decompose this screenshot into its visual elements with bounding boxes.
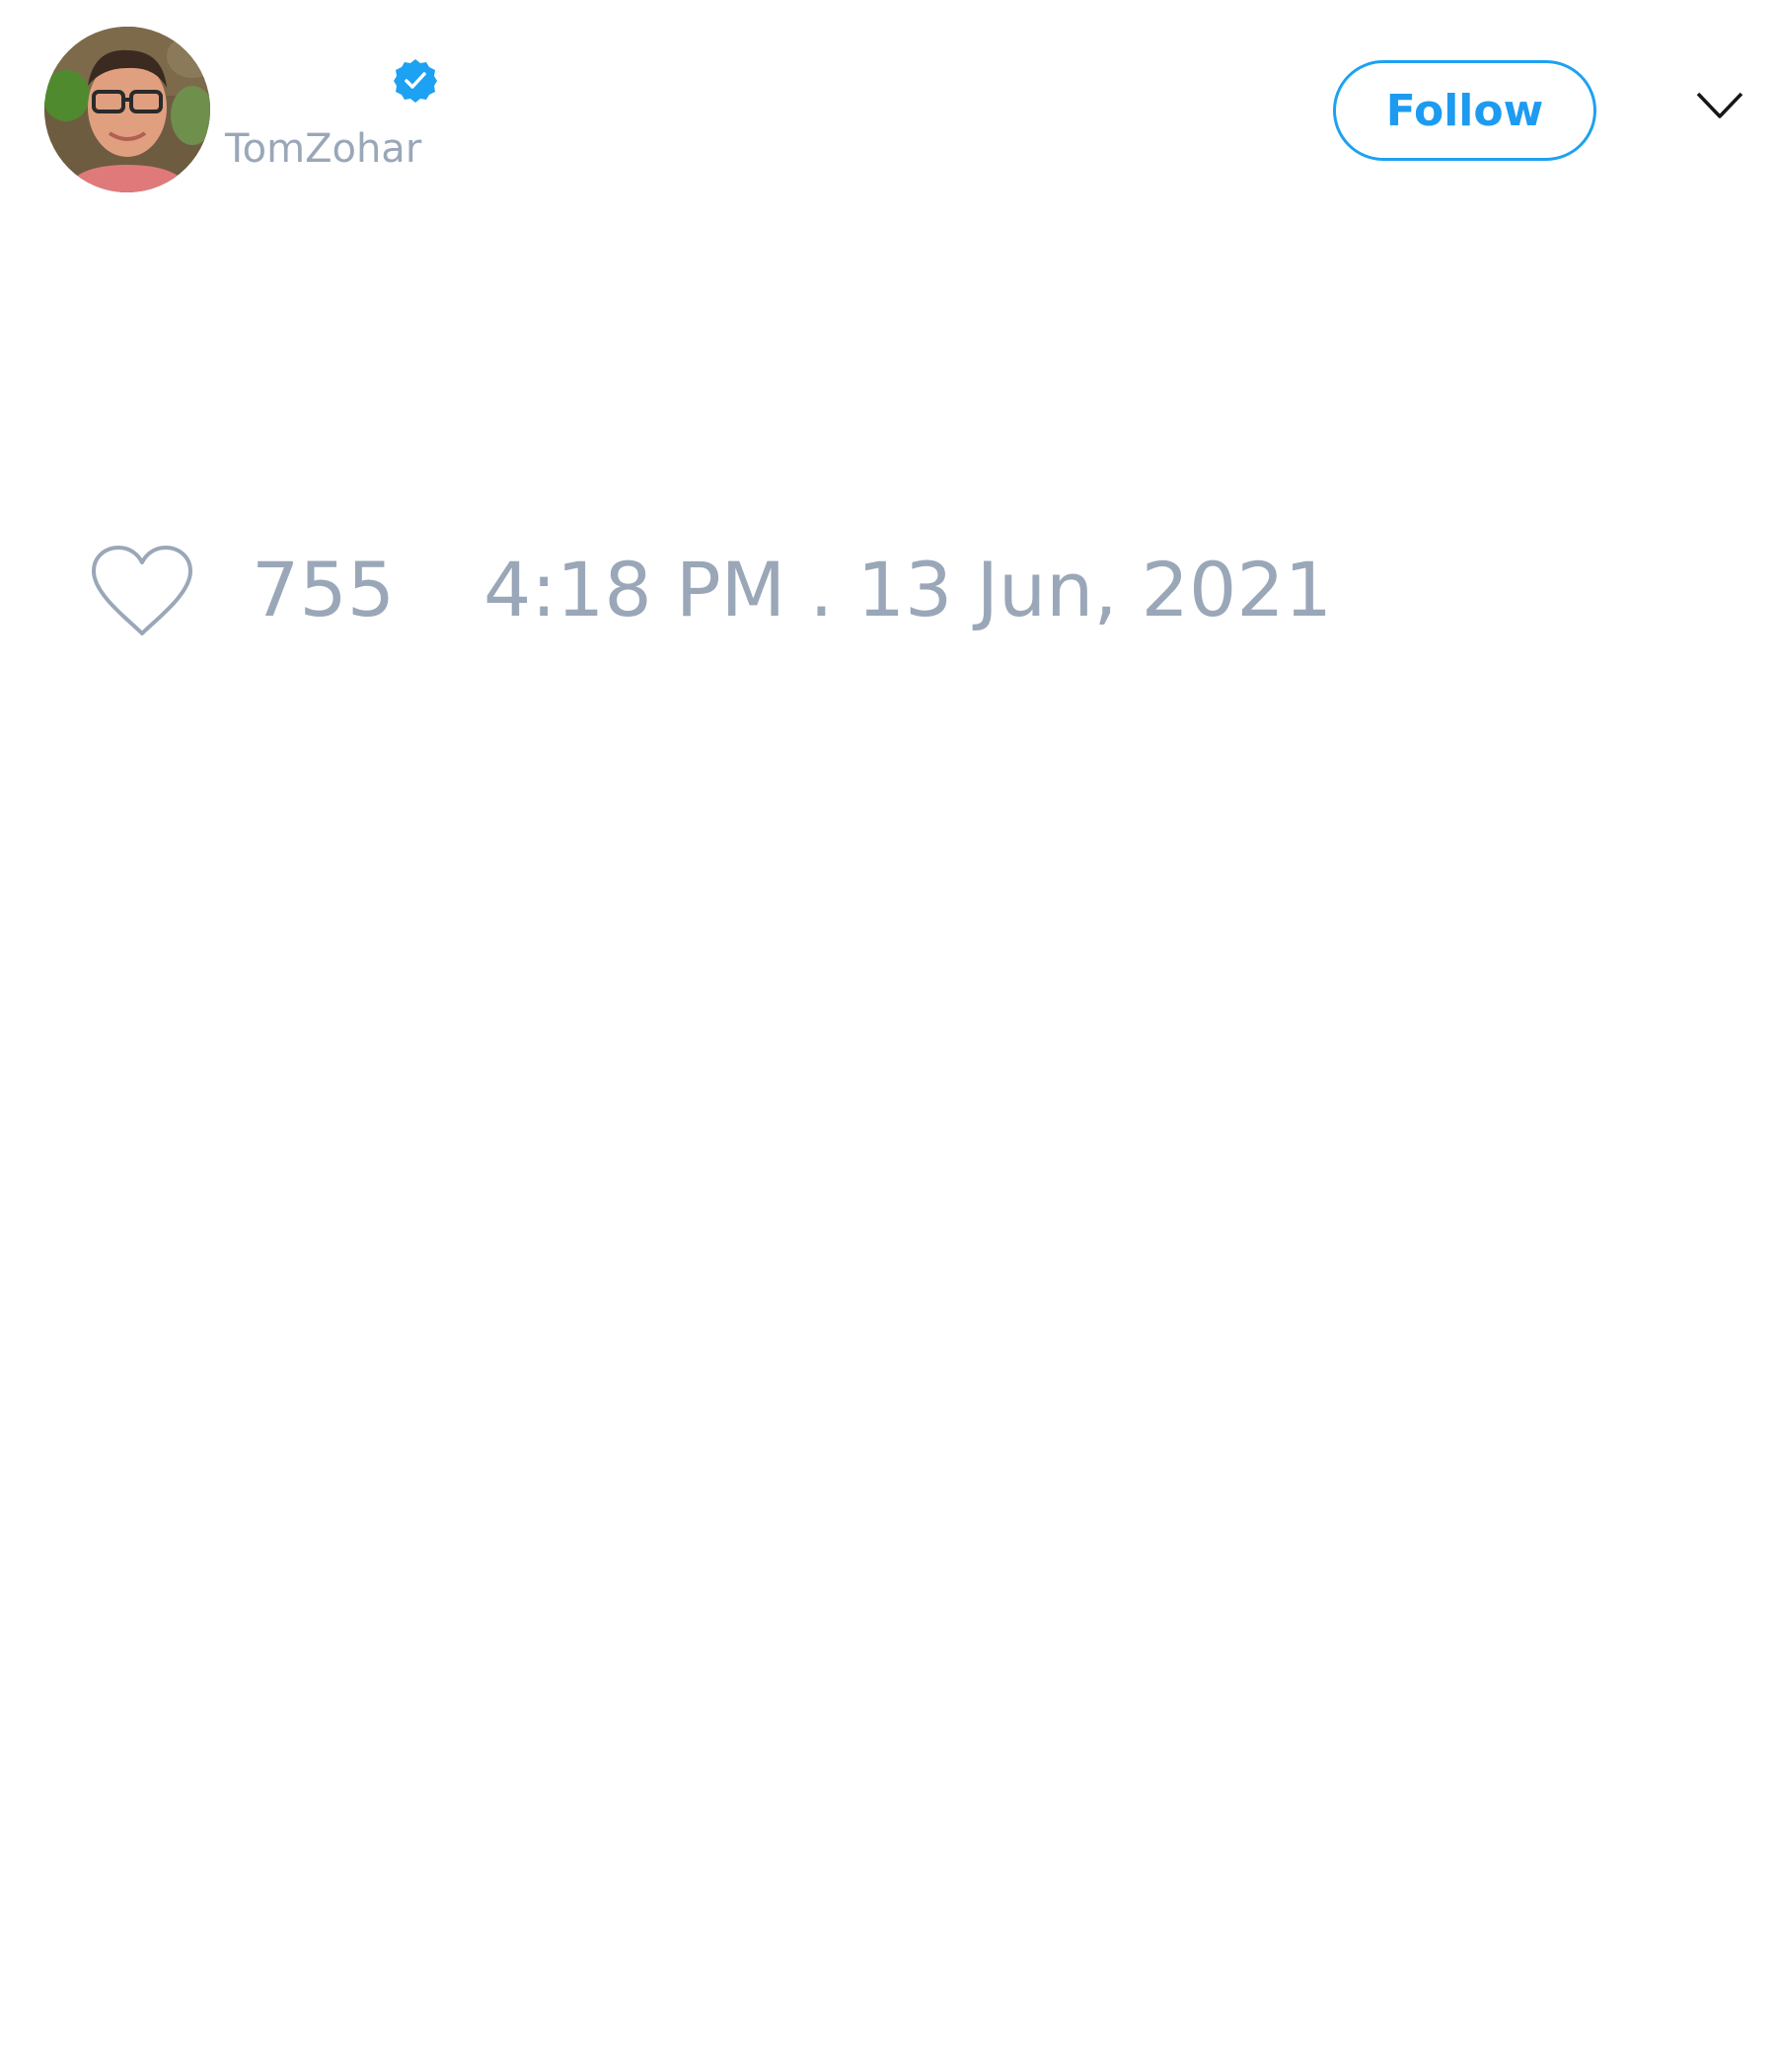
follow-button[interactable]: Follow [1333, 60, 1596, 161]
verified-badge-icon [394, 59, 437, 103]
avatar-photo-icon [44, 27, 210, 192]
avatar[interactable] [44, 27, 210, 192]
author-handle[interactable]: TomZohar [225, 126, 421, 172]
tweet-timestamp[interactable]: 4:18 PM . 13 Jun, 2021 [483, 549, 1332, 631]
heart-outline-icon[interactable] [89, 545, 195, 639]
like-count: 755 [252, 546, 396, 633]
chevron-down-icon[interactable] [1695, 89, 1744, 124]
tweet-header: TomZohar Follow [0, 0, 1776, 237]
tweet-meta-row: 755 4:18 PM . 13 Jun, 2021 [0, 533, 1776, 651]
